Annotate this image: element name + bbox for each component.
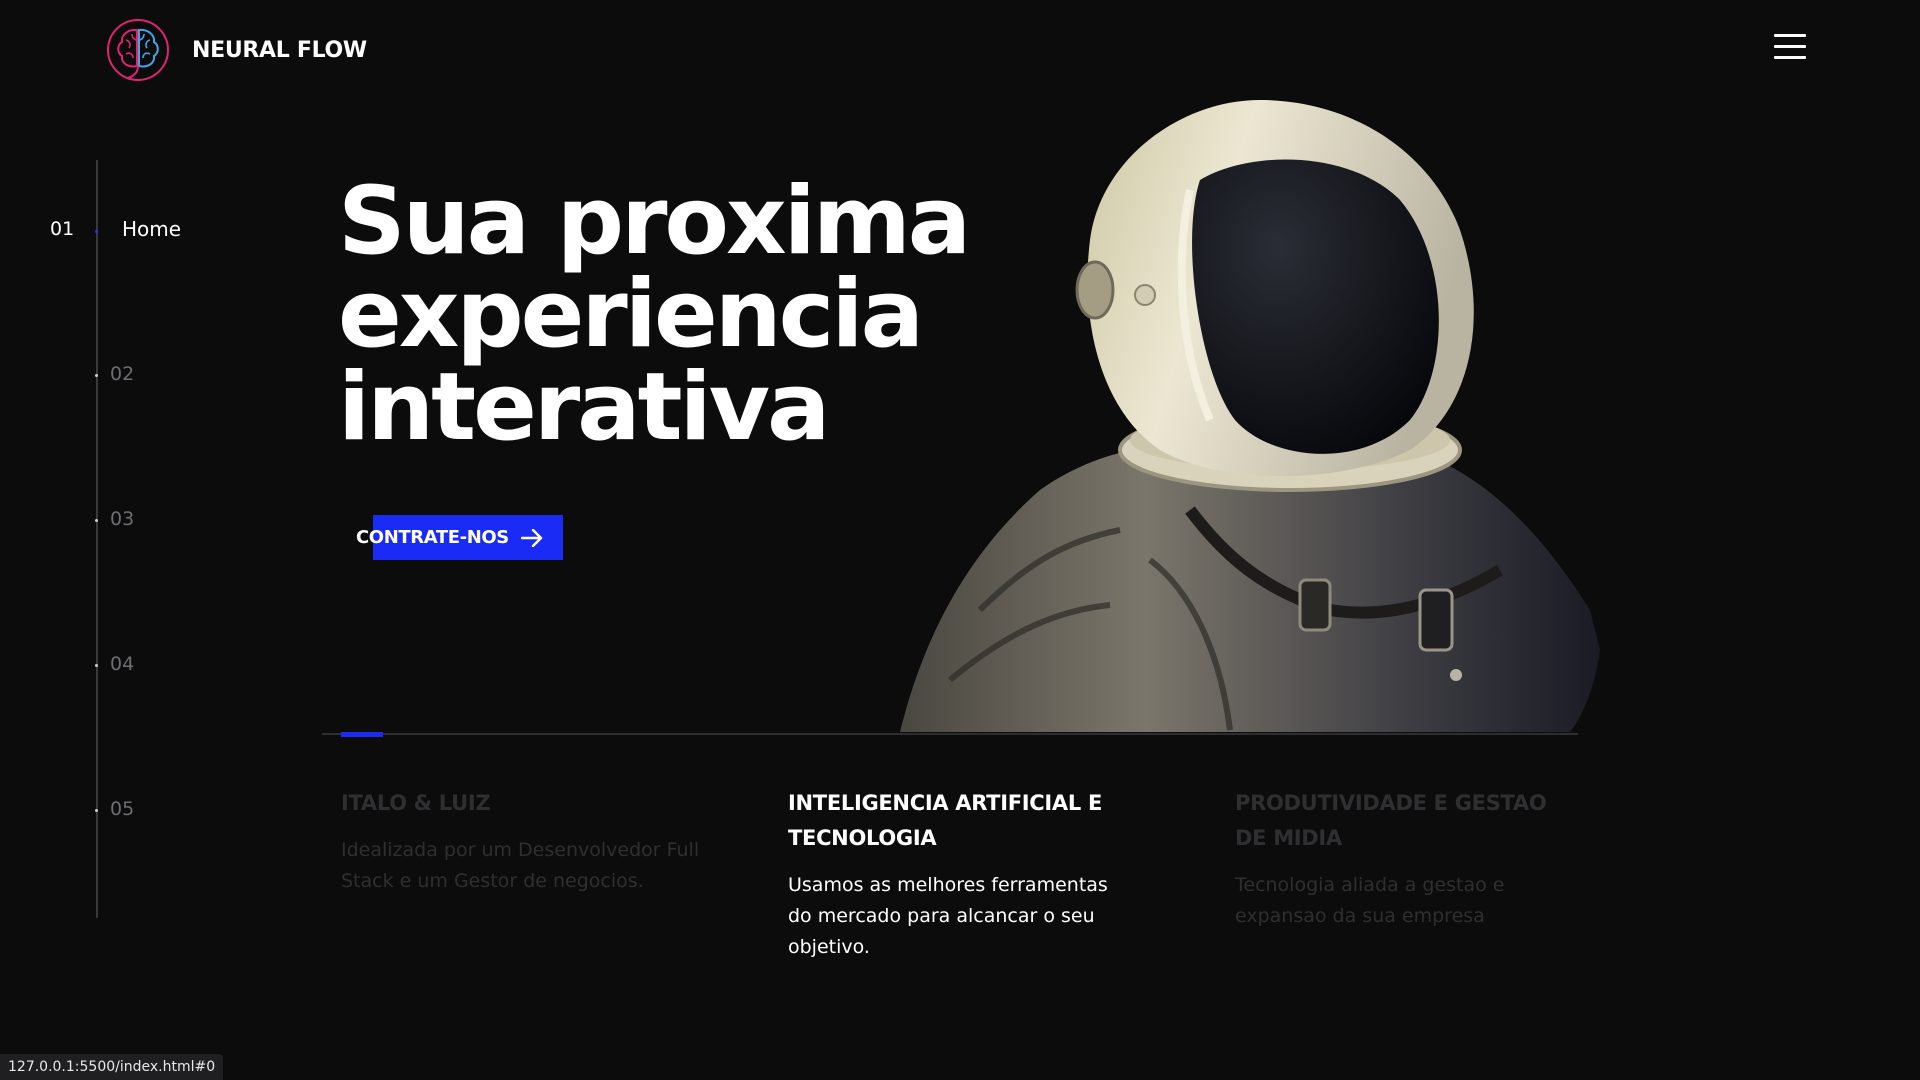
cta-label: CONTRATE-NOS (356, 527, 509, 548)
side-nav-dot (95, 230, 98, 233)
feature-italo-luiz: ITALO & LUIZ Idealizada por um Desenvolv… (341, 786, 711, 897)
side-nav-dot (95, 664, 98, 667)
hero-title-line-2: experiencia (338, 260, 924, 369)
side-nav-number: 04 (110, 653, 135, 675)
hero-title-line-1: Sua proxima (338, 167, 971, 276)
side-nav-number: 03 (110, 508, 135, 530)
hero-title: Sua proxima experiencia interativa (338, 167, 1038, 462)
slide-progress-fill (341, 732, 383, 737)
feature-title: PRODUTIVIDADE E GESTAO DE MIDIA (1235, 791, 1547, 850)
feature-text: Usamos as melhores ferramentas do mercad… (788, 874, 1108, 958)
side-nav-label-home: Home (122, 217, 182, 241)
contrate-nos-button[interactable]: CONTRATE-NOS (356, 515, 563, 560)
landing-page: NEURAL FLOW 01 Home 02 03 04 05 Sua prox… (0, 0, 1920, 1080)
hero-title-line-3: interativa (338, 353, 830, 462)
feature-produtividade: PRODUTIVIDADE E GESTAO DE MIDIA Tecnolog… (1235, 786, 1575, 932)
feature-title: INTELIGENCIA ARTIFICIAL E TECNOLOGIA (788, 791, 1102, 850)
side-nav-track (96, 160, 98, 918)
slide-progress-track (322, 733, 1578, 735)
side-nav-dot (95, 519, 98, 522)
side-nav-number: 01 (50, 218, 75, 240)
side-nav-number: 05 (110, 798, 135, 820)
feature-text: Tecnologia aliada a gestao e expansao da… (1235, 874, 1505, 927)
side-nav-dot (95, 809, 98, 812)
link-preview-status: 127.0.0.1:5500/index.html#0 (0, 1054, 224, 1080)
feature-title: ITALO & LUIZ (341, 791, 491, 815)
side-nav-number: 02 (110, 363, 135, 385)
feature-inteligencia-artificial: INTELIGENCIA ARTIFICIAL E TECNOLOGIA Usa… (788, 786, 1128, 963)
brain-circle-logo-icon (107, 19, 169, 81)
feature-text: Idealizada por um Desenvolvedor Full Sta… (341, 839, 700, 892)
arrow-right-icon (520, 528, 543, 547)
hamburger-menu-icon[interactable] (1774, 34, 1806, 60)
brand-logo[interactable]: NEURAL FLOW (104, 16, 367, 84)
side-nav-dot (95, 374, 98, 377)
brand-name: NEURAL FLOW (192, 37, 367, 63)
